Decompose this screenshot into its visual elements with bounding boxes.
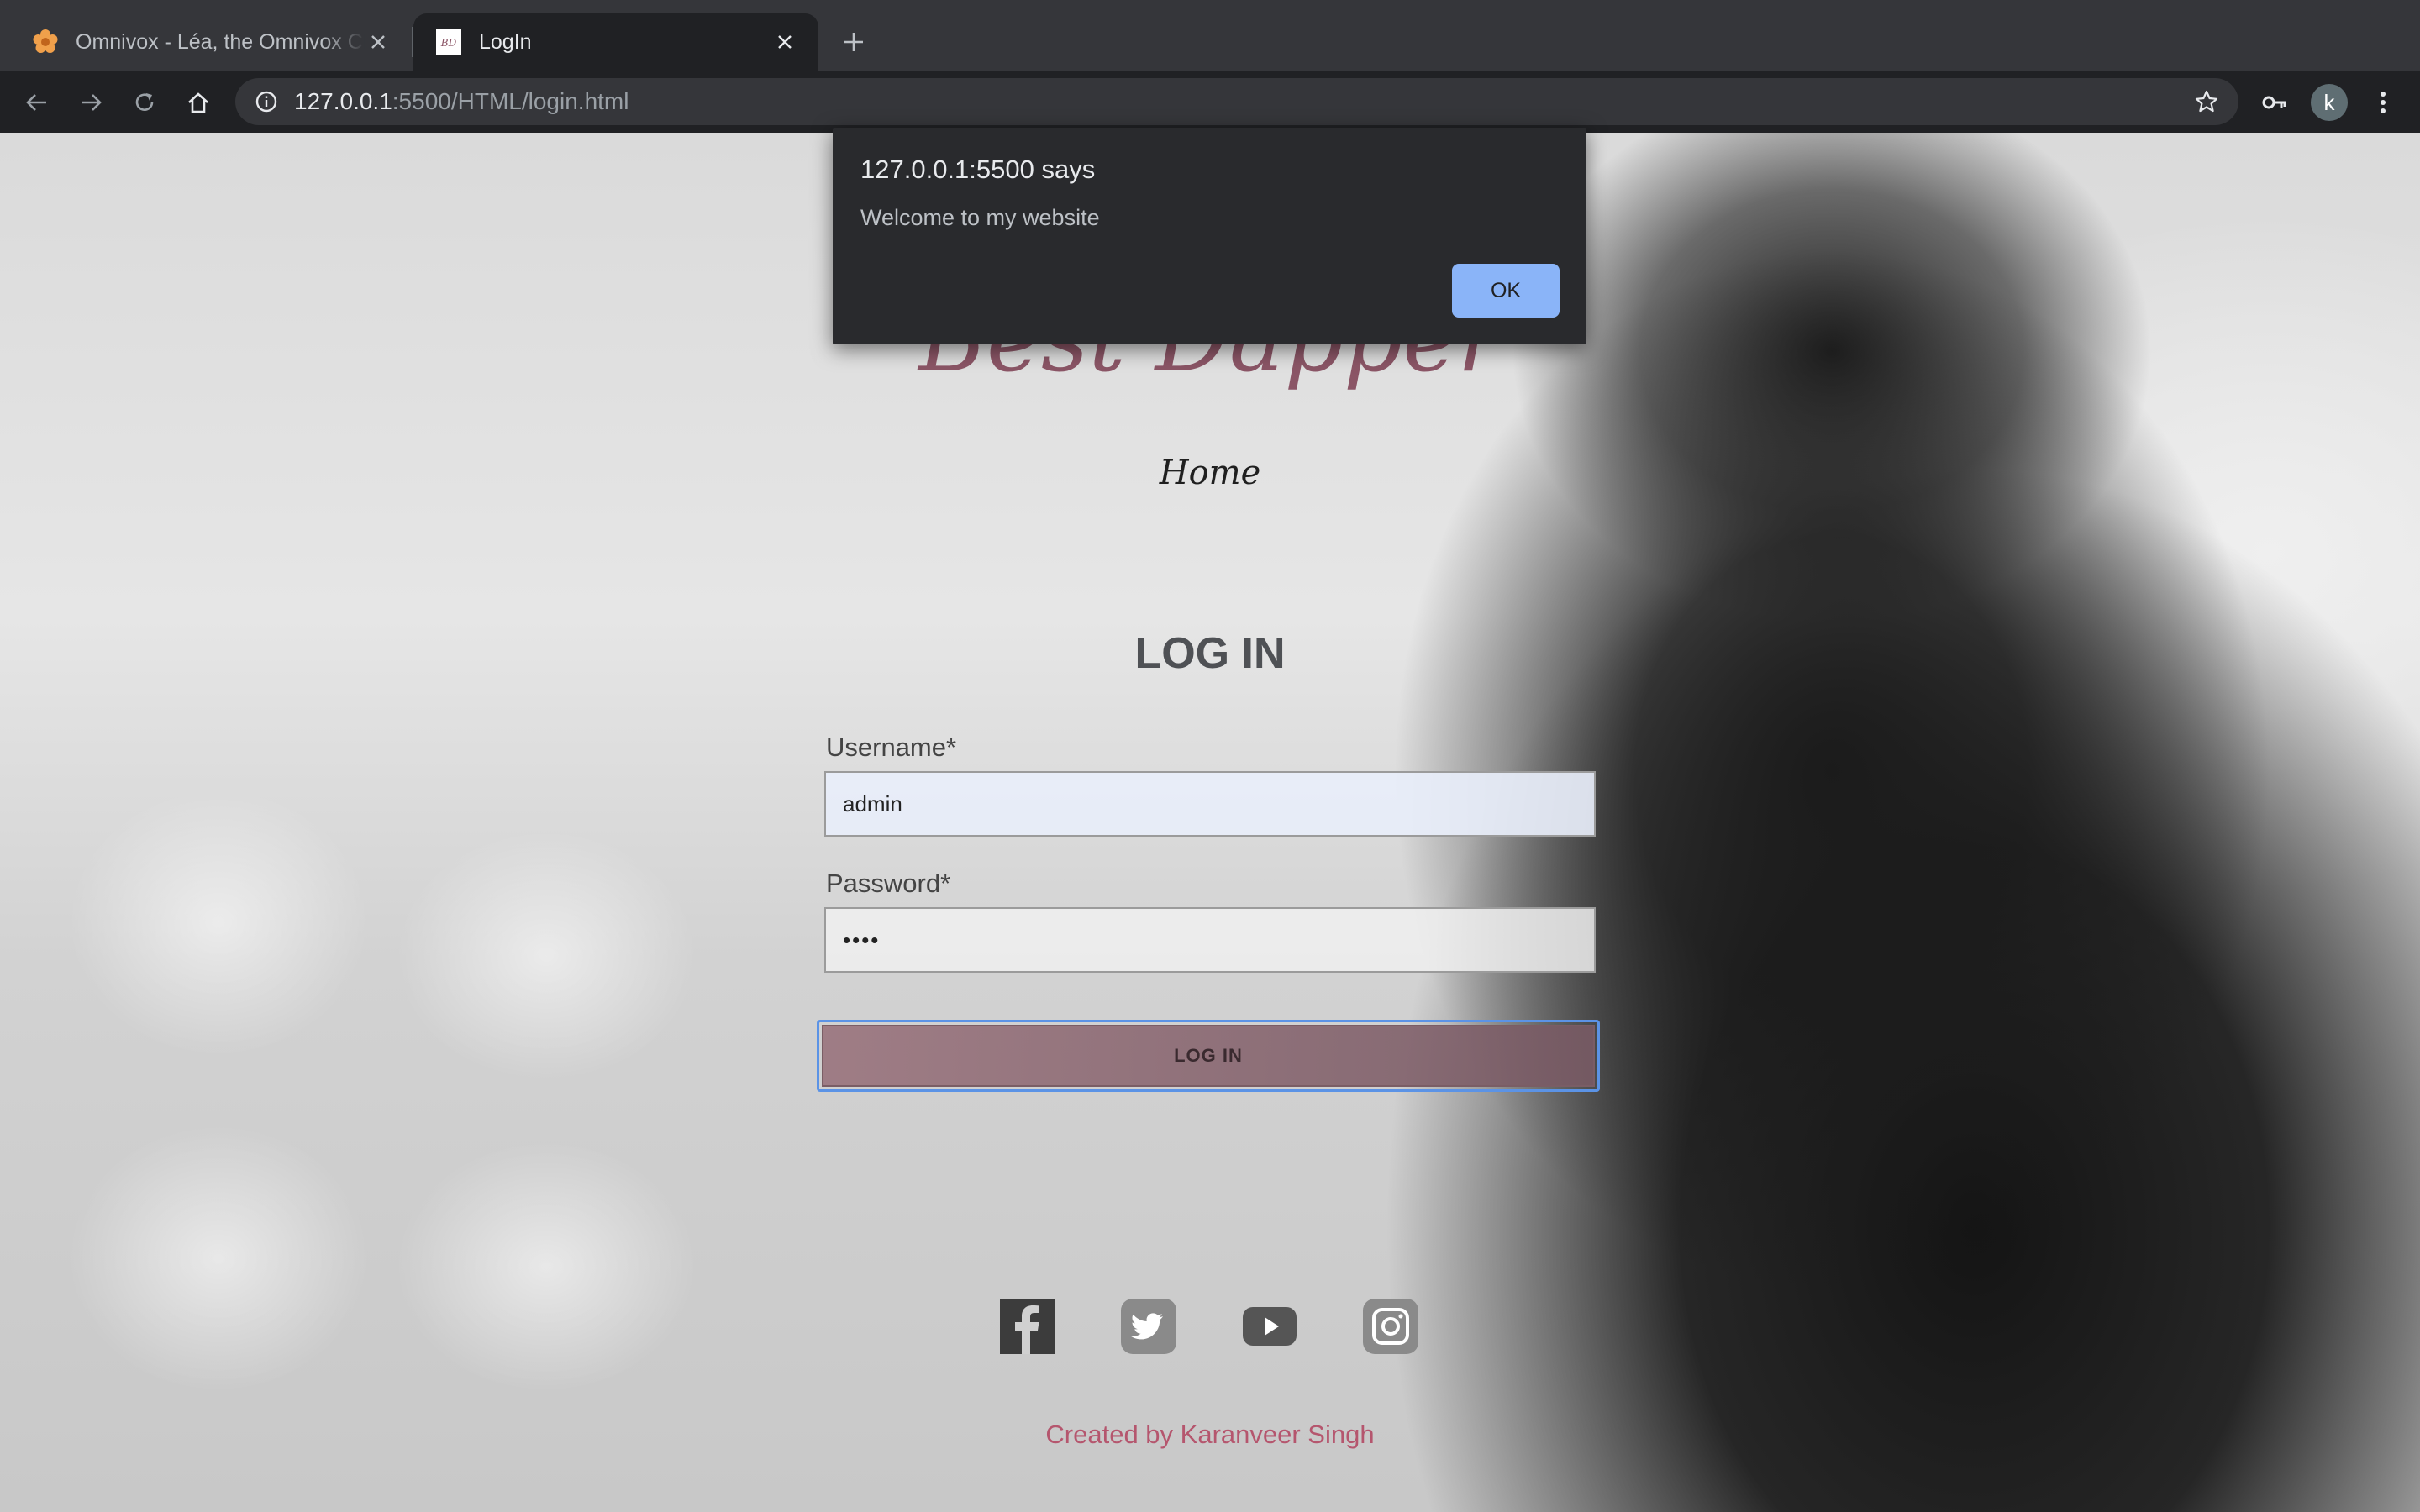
tab-title: LogIn [479,29,532,54]
url-text[interactable]: 127.0.0.1:5500/HTML/login.html [294,88,2191,115]
site-logo-icon: BD [435,29,462,55]
nav-home-link[interactable]: Home [0,454,2420,492]
tab-title: Omnivox - Léa, the Omnivox Cl [76,29,365,54]
instagram-icon[interactable] [1363,1299,1418,1354]
facebook-icon[interactable] [1000,1299,1055,1354]
close-icon[interactable] [771,29,798,55]
svg-text:BD: BD [440,37,457,49]
tab-strip: Omnivox - Léa, the Omnivox Cl BD LogIn [0,0,2420,71]
bookmark-star-icon[interactable] [2191,87,2222,117]
alert-message: Welcome to my website [860,205,1100,230]
background-photo [395,830,697,1082]
background-photo [395,1141,697,1393]
address-bar[interactable]: 127.0.0.1:5500/HTML/login.html [235,78,2238,125]
reload-icon[interactable] [126,84,163,121]
login-button[interactable]: LOG IN [817,1020,1600,1092]
more-menu-icon[interactable] [2365,84,2402,121]
footer-credit: Created by Karanveer Singh [1045,1420,1375,1449]
forward-arrow-icon[interactable] [72,84,109,121]
omnivox-flower-icon [32,29,59,55]
youtube-icon[interactable] [1242,1299,1297,1354]
close-icon[interactable] [365,29,392,55]
alert-title: 127.0.0.1:5500 says [860,155,1096,184]
info-icon[interactable] [254,89,279,114]
tab-login[interactable]: BD LogIn [413,13,818,71]
username-label: Username* [826,732,957,762]
alert-dialog: 127.0.0.1:5500 says Welcome to my websit… [833,128,1586,344]
background-photo [67,788,370,1057]
password-input[interactable]: •••• [824,907,1596,973]
home-icon[interactable] [180,84,217,121]
page-title: LOG IN [1134,629,1286,678]
profile-avatar[interactable]: k [2311,84,2348,121]
background-photo [67,1124,370,1393]
back-arrow-icon[interactable] [18,84,55,121]
username-input[interactable]: admin [824,771,1596,837]
new-tab-icon[interactable] [839,27,869,57]
tab-omnivox[interactable]: Omnivox - Léa, the Omnivox Cl [0,13,412,71]
browser-toolbar: 127.0.0.1:5500/HTML/login.html k [0,71,2420,133]
twitter-icon[interactable] [1121,1299,1176,1354]
ok-button[interactable]: OK [1452,264,1560,318]
password-label: Password* [826,869,951,898]
login-button-label: LOG IN [822,1025,1595,1087]
password-key-icon[interactable] [2256,84,2293,121]
